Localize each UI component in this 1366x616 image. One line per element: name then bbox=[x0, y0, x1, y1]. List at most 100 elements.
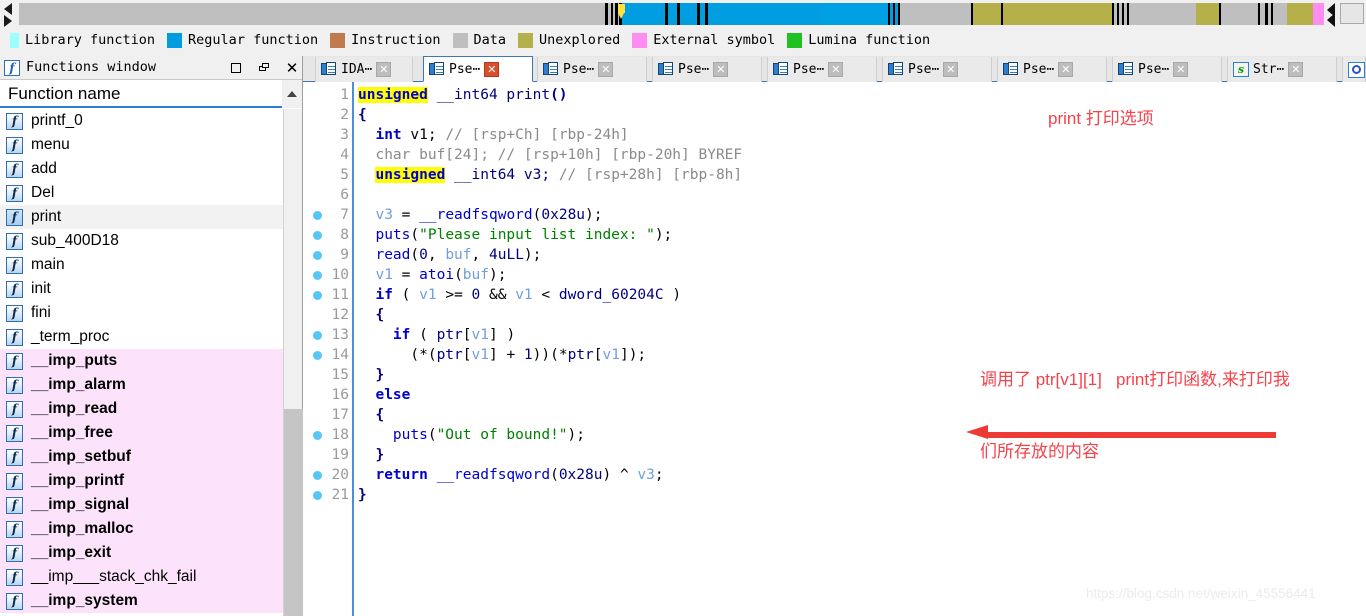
function-list-scrollbar[interactable] bbox=[283, 109, 303, 616]
code-text[interactable]: unsigned __int64 print() bbox=[358, 85, 568, 105]
function-list-item[interactable]: f fini bbox=[0, 301, 283, 325]
function-list-item[interactable]: f add bbox=[0, 157, 283, 181]
code-line[interactable]: 6 bbox=[303, 185, 1366, 205]
code-text[interactable]: v1 = atoi(buf); bbox=[358, 265, 506, 285]
pseudocode-icon bbox=[773, 62, 789, 77]
editor-tab[interactable]: Pse⋯ ✕ bbox=[882, 57, 992, 82]
editor-tab[interactable]: IDA⋯ ✕ bbox=[315, 57, 413, 82]
code-line[interactable]: 10 v1 = atoi(buf); bbox=[303, 265, 1366, 285]
code-text[interactable]: char buf[24]; // [rsp+10h] [rbp-20h] BYR… bbox=[358, 145, 742, 165]
editor-tab[interactable]: Pse⋯ ✕ bbox=[423, 56, 533, 82]
code-text[interactable]: } bbox=[358, 485, 367, 505]
tab-close-icon[interactable]: ✕ bbox=[943, 62, 959, 77]
scrollbar-thumb[interactable] bbox=[284, 409, 303, 616]
function-list-item[interactable]: f __imp_signal bbox=[0, 493, 283, 517]
editor-tab[interactable]: Pse⋯ ✕ bbox=[652, 57, 762, 82]
nav-left-arrow-icon[interactable] bbox=[4, 3, 12, 15]
code-text[interactable]: puts("Please input list index: "); bbox=[358, 225, 672, 245]
code-token: v1 bbox=[375, 267, 393, 283]
function-list-item[interactable]: f print bbox=[0, 205, 283, 229]
code-token: atoi bbox=[419, 267, 455, 283]
code-text[interactable]: unsigned __int64 v3; // [rsp+28h] [rbp-8… bbox=[358, 165, 742, 185]
navigation-band[interactable] bbox=[0, 0, 1366, 28]
pseudocode-icon bbox=[543, 62, 559, 77]
function-list-item[interactable]: f sub_400D18 bbox=[0, 229, 283, 253]
editor-tab[interactable]: Pse⋯ ✕ bbox=[767, 57, 877, 82]
editor-tab[interactable]: Pse⋯ ✕ bbox=[1112, 57, 1222, 82]
editor-tab[interactable] bbox=[1342, 57, 1366, 82]
code-line[interactable]: 9 read(0, buf, 4uLL); bbox=[303, 245, 1366, 265]
code-text[interactable]: { bbox=[358, 305, 384, 325]
function-list[interactable]: f printf_0 f menu f add f Del f print f sub_400D18 f… bbox=[0, 109, 283, 616]
function-list-item[interactable]: f _term_proc bbox=[0, 325, 283, 349]
editor-tab-bar[interactable]: IDA⋯ ✕ Pse⋯ ✕ Pse⋯ ✕ Pse⋯ ✕ Pse⋯ ✕ Pse⋯ ✕ Pse⋯ ✕ Pse⋯ ✕… bbox=[303, 56, 1366, 82]
code-text[interactable]: return __readfsqword(0x28u) ^ v3; bbox=[358, 465, 663, 485]
code-token: __int64 bbox=[427, 87, 507, 103]
nav-scroll-arrows[interactable] bbox=[2, 1, 16, 27]
function-list-item[interactable]: f __imp_exit bbox=[0, 541, 283, 565]
function-list-item[interactable]: f __imp_system bbox=[0, 589, 283, 613]
editor-tab[interactable]: s Str⋯ ✕ bbox=[1227, 57, 1337, 82]
code-line[interactable]: 4 char buf[24]; // [rsp+10h] [rbp-20h] B… bbox=[303, 145, 1366, 165]
code-text[interactable]: } bbox=[358, 445, 384, 465]
maximize-icon[interactable] bbox=[228, 60, 244, 76]
function-icon: f bbox=[6, 136, 23, 154]
tab-close-icon[interactable]: ✕ bbox=[598, 62, 614, 77]
function-list-item[interactable]: f __imp___stack_chk_fail bbox=[0, 565, 283, 589]
function-list-item[interactable]: f __imp_read bbox=[0, 397, 283, 421]
legend-swatch-icon bbox=[167, 32, 183, 48]
editor-tab[interactable]: Pse⋯ ✕ bbox=[997, 57, 1107, 82]
function-list-item[interactable]: f __imp_malloc bbox=[0, 517, 283, 541]
function-list-item[interactable]: f main bbox=[0, 253, 283, 277]
code-text[interactable]: if ( ptr[v1] ) bbox=[358, 325, 515, 345]
function-name-column-header[interactable]: Function name bbox=[0, 80, 302, 108]
tab-close-icon[interactable]: ✕ bbox=[713, 62, 729, 77]
close-icon[interactable]: ✕ bbox=[284, 60, 300, 77]
code-token: // [rsp+10h] [rbp-20h] BYREF bbox=[497, 147, 743, 163]
tab-close-icon[interactable]: ✕ bbox=[484, 61, 500, 77]
code-line[interactable]: 8 puts("Please input list index: "); bbox=[303, 225, 1366, 245]
editor-tab[interactable]: Pse⋯ ✕ bbox=[537, 57, 647, 82]
function-list-item[interactable]: f init bbox=[0, 277, 283, 301]
navigation-strip[interactable] bbox=[19, 3, 1324, 25]
function-list-item[interactable]: f Del bbox=[0, 181, 283, 205]
nav-right-arrow-icon[interactable] bbox=[4, 15, 12, 27]
nav-options-button[interactable] bbox=[1340, 3, 1364, 24]
tab-close-icon[interactable]: ✕ bbox=[828, 62, 844, 77]
code-text[interactable]: else bbox=[358, 385, 410, 405]
code-line[interactable]: 5 unsigned __int64 v3; // [rsp+28h] [rbp… bbox=[303, 165, 1366, 185]
restore-icon[interactable] bbox=[256, 60, 272, 76]
code-line[interactable]: 7 v3 = __readfsqword(0x28u); bbox=[303, 205, 1366, 225]
function-list-item[interactable]: f __imp_setbuf bbox=[0, 445, 283, 469]
pseudocode-icon bbox=[321, 62, 337, 77]
code-line[interactable]: 11 if ( v1 >= 0 && v1 < dword_60204C ) bbox=[303, 285, 1366, 305]
function-list-item[interactable]: f __imp_alarm bbox=[0, 373, 283, 397]
tab-close-icon[interactable]: ✕ bbox=[376, 62, 392, 77]
code-text[interactable]: { bbox=[358, 405, 384, 425]
tab-label: Pse⋯ bbox=[678, 62, 710, 77]
tab-label: Pse⋯ bbox=[1023, 62, 1055, 77]
code-line[interactable]: 2{ bbox=[303, 105, 1366, 125]
tab-close-icon[interactable]: ✕ bbox=[1288, 62, 1304, 77]
tab-close-icon[interactable]: ✕ bbox=[1058, 62, 1074, 77]
function-list-item[interactable]: f __imp_printf bbox=[0, 469, 283, 493]
code-text[interactable]: int v1; // [rsp+Ch] [rbp-24h] bbox=[358, 125, 628, 145]
code-text[interactable]: puts("Out of bound!"); bbox=[358, 425, 585, 445]
function-list-item[interactable]: f menu bbox=[0, 133, 283, 157]
list-scroll-up-button[interactable] bbox=[282, 80, 302, 108]
nav-segment bbox=[973, 3, 1001, 25]
code-line[interactable]: 1 unsigned __int64 print() bbox=[303, 85, 1366, 105]
code-text[interactable]: { bbox=[358, 105, 367, 125]
tab-close-icon[interactable]: ✕ bbox=[1173, 62, 1189, 77]
function-list-item[interactable]: f __imp_free bbox=[0, 421, 283, 445]
function-list-item[interactable]: f __imp_puts bbox=[0, 349, 283, 373]
code-text[interactable]: read(0, buf, 4uLL); bbox=[358, 245, 541, 265]
code-text[interactable]: if ( v1 >= 0 && v1 < dword_60204C ) bbox=[358, 285, 681, 305]
function-list-item[interactable]: f printf_0 bbox=[0, 109, 283, 133]
code-line[interactable]: 3 int v1; // [rsp+Ch] [rbp-24h] bbox=[303, 125, 1366, 145]
code-text[interactable]: } bbox=[358, 365, 384, 385]
nav-end-arrow-down-icon[interactable] bbox=[1327, 13, 1335, 27]
code-text[interactable]: (*(ptr[v1] + 1))(*ptr[v1]); bbox=[358, 345, 646, 365]
code-text[interactable]: v3 = __readfsqword(0x28u); bbox=[358, 205, 602, 225]
